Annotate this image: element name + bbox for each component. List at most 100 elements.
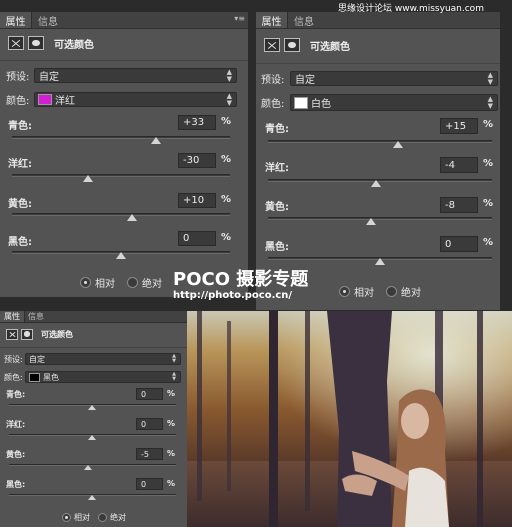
cyan-value-input[interactable]: 0	[136, 388, 163, 400]
radio-relative-label: 相对	[95, 279, 115, 290]
magenta-value-input[interactable]: 0	[136, 418, 163, 430]
magenta-slider-track[interactable]	[12, 174, 230, 177]
color-row: 颜色:	[261, 95, 284, 110]
black-label: 黑色:	[265, 242, 289, 253]
color-select[interactable]: 洋红 ▲ ▼	[34, 92, 237, 107]
tree-trunk	[269, 311, 278, 527]
yellow-value-input[interactable]: -5	[136, 448, 163, 460]
cyan-slider-track[interactable]	[12, 136, 230, 139]
magenta-label: 洋红:	[265, 163, 289, 174]
tree-trunk	[197, 311, 202, 501]
cyan-value-input[interactable]: +15	[440, 118, 478, 134]
layer-mask-icon	[28, 36, 44, 50]
color-select[interactable]: 黑色 ▲ ▼	[25, 371, 181, 383]
girl-face	[401, 403, 429, 439]
black-value-input[interactable]: 0	[440, 236, 478, 252]
black-slider-thumb[interactable]	[375, 258, 385, 265]
yellow-percent: %	[221, 194, 232, 205]
yellow-slider-track[interactable]	[12, 213, 230, 216]
magenta-value-input[interactable]: -30	[178, 153, 216, 168]
black-value-input[interactable]: 0	[178, 231, 216, 246]
radio-relative-dot[interactable]	[339, 286, 350, 297]
select-arrows-icon: ▲ ▼	[172, 353, 176, 364]
select-arrows-icon: ▲ ▼	[172, 371, 176, 382]
tab-properties[interactable]: 属性	[256, 12, 288, 28]
black-slider-thumb[interactable]	[116, 252, 126, 259]
yellow-slider-thumb[interactable]	[127, 214, 137, 221]
select-arrows-icon: ▲ ▼	[487, 94, 493, 110]
preset-select[interactable]: 自定 ▲ ▼	[34, 68, 237, 83]
yellow-value-input[interactable]: +10	[178, 193, 216, 208]
select-arrows-icon: ▲ ▼	[226, 67, 232, 83]
properties-panel-white: 属性 信息 可选颜色 预设: 自定 ▲ ▼ 颜色: 白色 ▲ ▼ 青色: +15 %…	[256, 12, 500, 310]
color-select[interactable]: 白色 ▲ ▼	[290, 94, 498, 111]
properties-panel-black: 属性 信息 可选颜色 预设: 自定 ▲ ▼ 颜色: 黑色 ▲ ▼ 青色: 0 % 洋…	[0, 311, 187, 527]
yellow-value-input[interactable]: -8	[440, 197, 478, 213]
color-label: 颜色:	[6, 96, 30, 107]
layer-mask-icon	[284, 38, 300, 52]
tab-info[interactable]: 信息	[288, 12, 320, 28]
cyan-slider-thumb[interactable]	[393, 141, 403, 148]
preset-select[interactable]: 自定 ▲ ▼	[25, 353, 181, 365]
yellow-slider-thumb[interactable]	[366, 218, 376, 225]
radio-absolute[interactable]: 绝对	[98, 512, 126, 523]
panel-tabbar: 属性 信息 ▾≡	[0, 12, 248, 29]
radio-relative[interactable]: 相对	[80, 275, 115, 290]
radio-relative-dot[interactable]	[80, 277, 91, 288]
cyan-slider-thumb[interactable]	[88, 405, 96, 410]
yellow-slider-track[interactable]	[268, 217, 492, 220]
black-label: 黑色:	[6, 480, 26, 489]
cyan-slider-thumb[interactable]	[151, 137, 161, 144]
radio-relative[interactable]: 相对	[339, 284, 374, 299]
adjustment-layer-icon	[6, 328, 18, 340]
black-slider-thumb[interactable]	[88, 495, 96, 500]
cyan-value-input[interactable]: +33	[178, 115, 216, 130]
tab-info[interactable]: 信息	[32, 12, 64, 28]
radio-absolute-dot[interactable]	[386, 286, 397, 297]
preset-select[interactable]: 自定 ▲ ▼	[290, 71, 498, 86]
cyan-label: 青色:	[8, 121, 32, 132]
magenta-value-input[interactable]: -4	[440, 157, 478, 173]
poco-url: http://photo.poco.cn/	[173, 290, 293, 301]
black-value-input[interactable]: 0	[136, 478, 163, 490]
yellow-slider-thumb[interactable]	[84, 465, 92, 470]
magenta-slider-thumb[interactable]	[371, 180, 381, 187]
magenta-slider-thumb[interactable]	[88, 435, 96, 440]
preset-row: 预设:	[261, 71, 284, 86]
panel-title: 可选颜色	[41, 329, 73, 339]
tree-trunk	[477, 311, 483, 527]
radio-absolute-dot[interactable]	[98, 513, 107, 522]
layer-mask-icon	[21, 328, 33, 340]
adjustment-layer-icon	[8, 36, 24, 50]
yellow-percent: %	[167, 449, 176, 458]
tab-info[interactable]: 信息	[25, 311, 47, 322]
adjustment-header: 可选颜色	[0, 34, 248, 52]
magenta-slider-thumb[interactable]	[83, 175, 93, 182]
magenta-label: 洋红:	[6, 420, 26, 429]
radio-relative[interactable]: 相对	[62, 512, 90, 523]
preset-label: 预设:	[261, 75, 285, 86]
radio-absolute[interactable]: 绝对	[127, 275, 162, 290]
tab-properties[interactable]: 属性	[0, 311, 25, 322]
magenta-percent: %	[483, 158, 494, 169]
tab-properties[interactable]: 属性	[0, 12, 32, 28]
divider	[256, 63, 500, 64]
magenta-percent: %	[221, 154, 232, 165]
preset-value: 自定	[29, 354, 45, 364]
panel-title: 可选颜色	[54, 39, 94, 51]
adjustment-header: 可选颜色	[256, 36, 500, 54]
radio-absolute-label: 绝对	[142, 279, 162, 290]
radio-absolute-dot[interactable]	[127, 277, 138, 288]
black-percent: %	[167, 479, 176, 488]
radio-relative-dot[interactable]	[62, 513, 71, 522]
cyan-slider-track[interactable]	[268, 140, 492, 143]
panel-menu-icon[interactable]: ▾≡	[234, 14, 245, 23]
preset-row: 预设:	[4, 353, 23, 365]
radio-relative-label: 相对	[74, 513, 90, 522]
cyan-label: 青色:	[265, 124, 289, 135]
radio-absolute[interactable]: 绝对	[386, 284, 421, 299]
yellow-slider-track[interactable]	[9, 464, 176, 466]
yellow-label: 黄色:	[8, 199, 32, 210]
color-value: 黑色	[43, 372, 59, 382]
preset-label: 预设:	[4, 354, 23, 364]
